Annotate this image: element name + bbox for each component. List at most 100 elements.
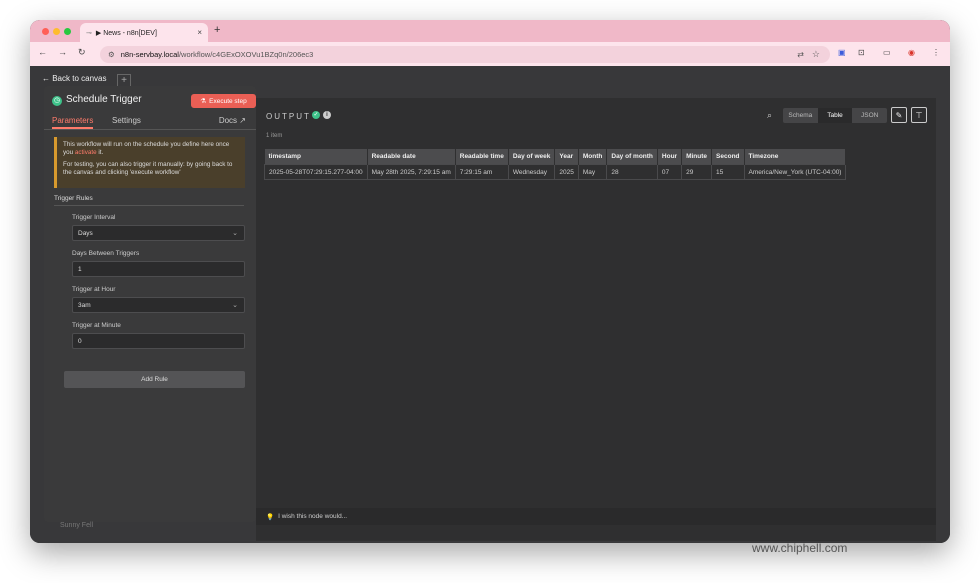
divider: [54, 205, 244, 206]
info-icon[interactable]: i: [323, 111, 331, 119]
url-path: /workflow/c4GExOXOVu1BZq0n/206ec3: [178, 50, 314, 59]
item-count: 1 item: [266, 133, 283, 139]
feedback-bar[interactable]: 💡 I wish this node would...: [256, 508, 936, 525]
column-header[interactable]: timestamp: [264, 149, 368, 165]
table-cell[interactable]: 28: [606, 164, 658, 180]
days-between-input[interactable]: 1: [72, 261, 245, 277]
table-cell[interactable]: Wednesday: [507, 164, 556, 180]
cast-icon[interactable]: ▭: [883, 48, 891, 57]
close-window-button[interactable]: [42, 28, 49, 35]
bookmark-star-icon[interactable]: ☆: [812, 49, 820, 60]
url-field[interactable]: ⚙ n8n-servbay.local/workflow/c4GExOXOVu1…: [100, 46, 830, 63]
n8n-app: ← Back to canvas + ◷ Schedule Trigger ⚗ …: [30, 66, 950, 543]
trigger-hour-value: 3am: [78, 301, 91, 309]
browser-tab[interactable]: ⊸ ▶ News - n8n[DEV] ×: [80, 23, 208, 42]
pin-data-button[interactable]: ⊤: [911, 107, 927, 123]
parameter-tabs: Parameters Settings Docs ↗: [44, 116, 256, 130]
user-name: Sunny Fell: [60, 522, 94, 529]
docs-link[interactable]: Docs ↗: [219, 116, 246, 125]
trigger-rules-title: Trigger Rules: [54, 195, 93, 202]
trigger-hour-select[interactable]: 3am ⌄: [72, 297, 245, 313]
feedback-text: I wish this node would...: [278, 513, 348, 520]
table-header-row: timestamp Readable date Readable time Da…: [264, 149, 847, 165]
clock-icon: ◷: [52, 96, 62, 106]
trigger-minute-label: Trigger at Minute: [72, 322, 121, 329]
activation-notice: This workflow will run on the schedule y…: [54, 137, 245, 188]
column-header[interactable]: Readable date: [367, 149, 456, 165]
execute-step-button[interactable]: ⚗ Execute step: [191, 94, 256, 108]
trigger-minute-value: 0: [78, 337, 82, 345]
tab-close-icon[interactable]: ×: [197, 28, 202, 37]
profile-icon[interactable]: ◉: [908, 48, 915, 57]
mode-schema[interactable]: Schema: [783, 108, 818, 123]
display-mode-switch: Schema Table JSON: [783, 108, 887, 123]
translate-icon[interactable]: ⇄: [797, 50, 804, 59]
maximize-window-button[interactable]: [64, 28, 71, 35]
tab-parameters[interactable]: Parameters: [52, 116, 94, 129]
table-cell[interactable]: 07: [656, 164, 683, 180]
tab-settings[interactable]: Settings: [112, 116, 141, 125]
table-cell[interactable]: 2025: [554, 164, 579, 180]
column-header[interactable]: Day of week: [508, 149, 556, 165]
site-settings-icon[interactable]: ⚙: [108, 50, 115, 59]
external-link-icon: ↗: [239, 116, 246, 125]
pencil-icon: ✎: [895, 110, 903, 120]
parameters-panel: ◷ Schedule Trigger ⚗ Execute step Parame…: [44, 86, 256, 522]
browser-window: ⊸ ▶ News - n8n[DEV] × + ← → ↻ ⚙ n8n-serv…: [30, 20, 950, 543]
table-cell[interactable]: 7:29:15 am: [454, 164, 509, 180]
mode-json[interactable]: JSON: [852, 108, 887, 123]
column-header[interactable]: Minute: [681, 149, 713, 165]
watermark: www.chiphell.com: [752, 541, 848, 555]
tab-bar: ⊸ ▶ News - n8n[DEV] × +: [30, 20, 950, 42]
activate-link[interactable]: activate: [75, 149, 97, 156]
mode-table[interactable]: Table: [817, 108, 853, 123]
execute-step-label: Execute step: [209, 97, 247, 105]
add-rule-button[interactable]: Add Rule: [64, 371, 245, 388]
tab-title: ▶ News - n8n[DEV]: [95, 29, 157, 37]
table-cell[interactable]: America/New_York (UTC-04:00): [743, 164, 847, 180]
forward-icon[interactable]: →: [58, 47, 67, 57]
table-cell[interactable]: May 28th 2025, 7:29:15 am: [366, 164, 456, 180]
trigger-interval-label: Trigger Interval: [72, 214, 116, 221]
extension-icon[interactable]: ▣: [838, 48, 846, 57]
trigger-hour-label: Trigger at Hour: [72, 286, 116, 293]
trigger-interval-select[interactable]: Days ⌄: [72, 225, 245, 241]
reload-icon[interactable]: ↻: [78, 47, 86, 58]
url-host: n8n-servbay.local: [120, 50, 179, 59]
column-header[interactable]: Timezone: [744, 149, 847, 165]
column-header[interactable]: Day of month: [606, 149, 658, 165]
notice-text-1: This workflow will run on the schedule y…: [63, 141, 230, 156]
new-tab-button[interactable]: +: [214, 24, 220, 36]
table-cell[interactable]: 15: [711, 164, 745, 180]
node-title: Schedule Trigger: [66, 94, 142, 105]
pin-icon: ⊤: [915, 110, 923, 120]
table-cell[interactable]: 29: [681, 164, 713, 180]
chevron-down-icon: ⌄: [232, 302, 238, 309]
output-title: OUTPUT: [266, 112, 311, 121]
output-table: timestamp Readable date Readable time Da…: [264, 149, 847, 180]
column-header[interactable]: Readable time: [455, 149, 509, 165]
column-header[interactable]: Month: [578, 149, 608, 165]
table-row: 2025-05-28T07:29:15.277-04:00 May 28th 2…: [264, 164, 847, 180]
table-cell[interactable]: May: [577, 164, 608, 180]
search-icon[interactable]: ⌕: [767, 110, 772, 121]
flask-icon: ⚗: [200, 98, 207, 105]
docs-label: Docs: [218, 116, 238, 125]
address-bar: ← → ↻ ⚙ n8n-servbay.local/workflow/c4GEx…: [30, 42, 950, 66]
days-between-label: Days Between Triggers: [72, 250, 140, 257]
column-header[interactable]: Second: [711, 149, 745, 165]
back-to-canvas-link[interactable]: ← Back to canvas: [42, 74, 106, 83]
column-header[interactable]: Year: [554, 149, 579, 165]
puzzle-icon[interactable]: ⊡: [858, 48, 865, 57]
column-header[interactable]: Hour: [657, 149, 683, 165]
output-panel: OUTPUT ✓ i 1 item ⌕ Schema Table JSON ✎ …: [256, 98, 936, 541]
n8n-icon: ⊸: [86, 29, 92, 37]
trigger-minute-input[interactable]: 0: [72, 333, 245, 349]
back-icon[interactable]: ←: [38, 47, 47, 57]
table-cell[interactable]: 2025-05-28T07:29:15.277-04:00: [264, 164, 368, 180]
edit-output-button[interactable]: ✎: [891, 107, 907, 123]
menu-icon[interactable]: ⋮: [932, 48, 940, 57]
minimize-window-button[interactable]: [53, 28, 60, 35]
panel-header: ◷ Schedule Trigger ⚗ Execute step: [52, 94, 256, 114]
trigger-interval-value: Days: [78, 229, 93, 237]
